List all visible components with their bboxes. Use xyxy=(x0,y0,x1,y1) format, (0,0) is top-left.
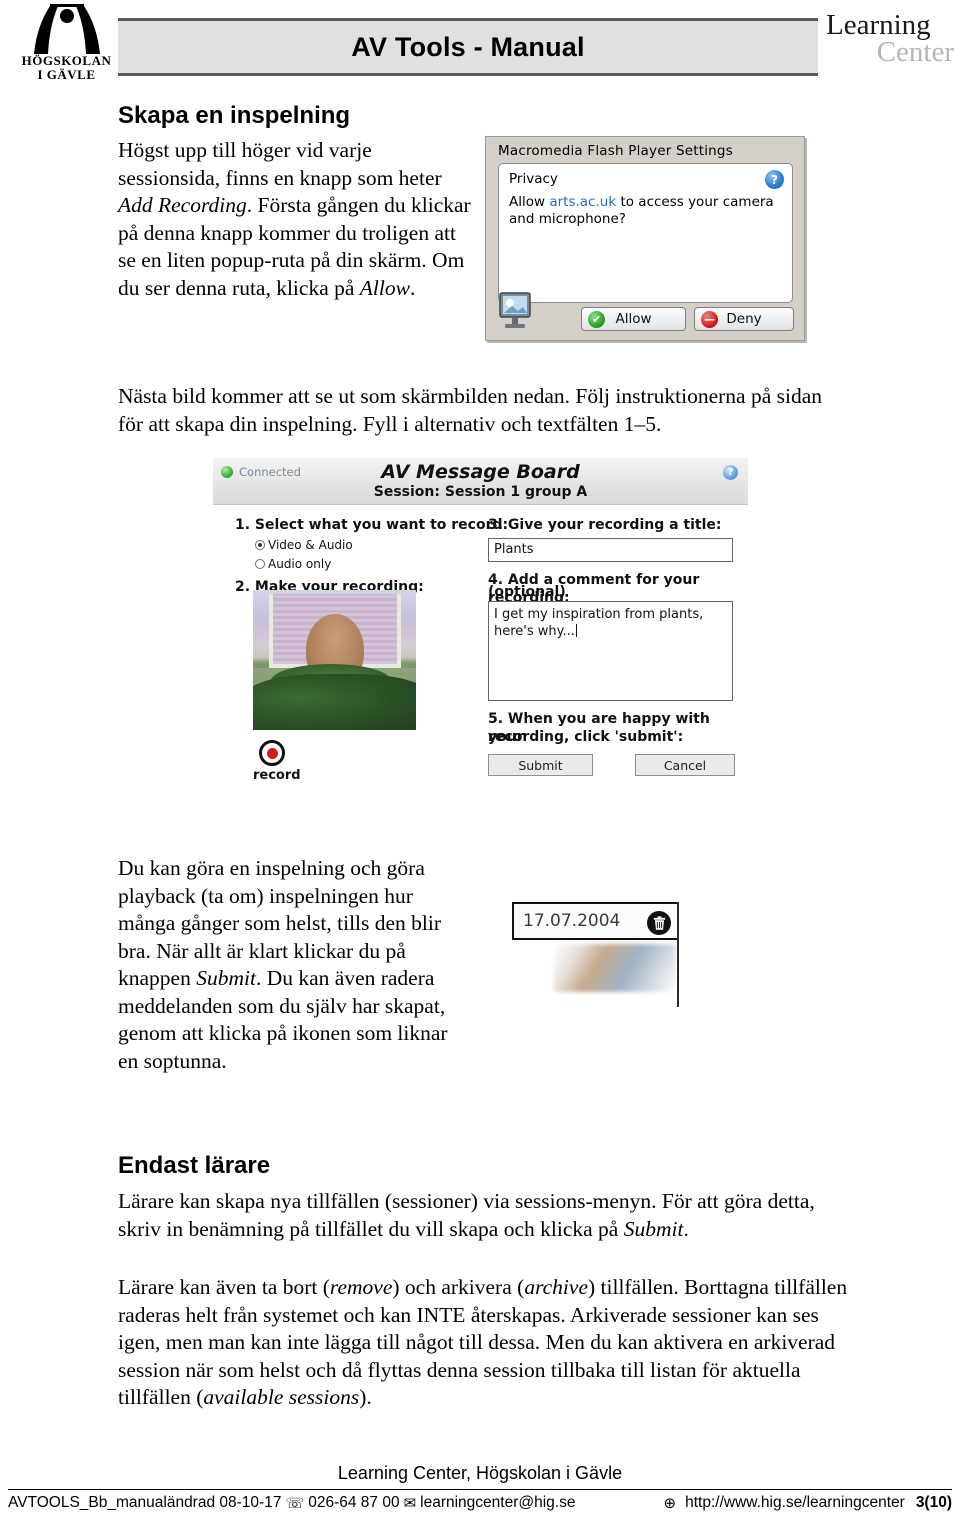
para1-italic-allow: Allow xyxy=(359,275,410,300)
monitor-camera-icon xyxy=(496,289,538,333)
radio-video-audio-label: Video & Audio xyxy=(268,538,353,552)
flash-player-settings-screenshot: Macromedia Flash Player Settings Privacy… xyxy=(485,136,805,341)
deny-block-icon: — xyxy=(701,311,718,328)
record-icon[interactable] xyxy=(259,740,285,766)
list-divider xyxy=(677,902,679,1007)
av-message-board-screenshot: Connected AV Message Board Session: Sess… xyxy=(213,458,748,788)
globe-icon: ⊕ xyxy=(663,1494,677,1512)
webcam-preview xyxy=(253,590,416,730)
page-header: HÖGSKOLAN I GÄVLE AV Tools - Manual Lear… xyxy=(0,0,960,95)
message-row: 17.07.2004 xyxy=(512,902,677,940)
para1-seg3: . xyxy=(409,275,416,300)
radio-audio-only-label: Audio only xyxy=(268,557,332,571)
webcam-plant-front xyxy=(253,674,416,730)
para4-seg2: . xyxy=(683,1216,689,1241)
para1-italic-add-recording: Add Recording xyxy=(118,193,247,217)
record-button[interactable]: record xyxy=(253,740,301,783)
board-help-icon[interactable]: ? xyxy=(723,465,738,480)
document-title-bar: AV Tools - Manual xyxy=(118,18,818,76)
footer-page-number: 3(10) xyxy=(915,1494,952,1511)
allow-button[interactable]: ✔ Allow xyxy=(581,307,686,331)
board-session-subtitle: Session: Session 1 group A xyxy=(373,484,588,500)
paragraph-nasta-bild: Nästa bild kommer att se ut som skärmbil… xyxy=(118,384,822,436)
step1-label: 1. Select what you want to record: xyxy=(235,517,509,533)
flash-privacy-label: Privacy xyxy=(509,171,558,187)
learning-center-logo: Learning Center xyxy=(826,9,956,76)
cancel-button[interactable]: Cancel xyxy=(635,754,735,776)
text-caret xyxy=(575,624,577,637)
para5-italic-remove: remove xyxy=(329,1275,393,1299)
radio-video-audio-icon[interactable] xyxy=(255,540,265,550)
para5-seg2: ) och arkivera ( xyxy=(392,1275,525,1299)
phone-icon: ☏ xyxy=(285,1494,305,1512)
university-name-line2: I GÄVLE xyxy=(37,66,96,82)
recording-title-input[interactable]: Plants xyxy=(488,538,733,562)
heading-skapa-en-inspelning: Skapa en inspelning xyxy=(118,102,351,129)
recording-comment-textarea[interactable]: I get my inspiration from plants, here's… xyxy=(488,601,733,701)
paragraph-skapa-en-inspelning: Högst upp till höger vid varje sessionsi… xyxy=(118,137,473,302)
help-icon[interactable]: ? xyxy=(765,170,784,189)
flash-permission-question: Allow arts.ac.uk to access your camera a… xyxy=(509,194,781,228)
university-logo: HÖGSKOLAN I GÄVLE xyxy=(14,4,119,86)
message-date-label: 17.07.2004 xyxy=(523,911,621,931)
trash-icon[interactable] xyxy=(647,911,671,935)
footer-phone: 026-64 87 00 xyxy=(308,1494,400,1511)
comment-text: I get my inspiration from plants, here's… xyxy=(494,607,704,639)
paragraph-larare-arkivera: Lärare kan även ta bort (remove) och ark… xyxy=(118,1274,853,1412)
paragraph-larare-skapa: Lärare kan skapa nya tillfällen (session… xyxy=(118,1188,848,1243)
para3-italic-submit: Submit xyxy=(196,966,256,990)
message-date-screenshot: 17.07.2004 xyxy=(512,902,702,1020)
footer-left-block: AVTOOLS_Bb_manualändrad 08-10-17 ☏ 026-6… xyxy=(8,1494,575,1512)
para4-italic-submit: Submit xyxy=(623,1216,684,1241)
deny-button[interactable]: — Deny xyxy=(694,307,794,331)
brand-line-center: Center xyxy=(876,35,954,68)
step5-label-line2: recording, click 'submit': xyxy=(488,729,684,745)
footer-url[interactable]: http://www.hig.se/learningcenter xyxy=(685,1494,905,1512)
allow-button-label: Allow xyxy=(615,311,652,327)
footer-center-title: Learning Center, Högskolan i Gävle xyxy=(337,1463,623,1483)
para5-italic-archive: archive xyxy=(524,1275,588,1299)
footer-divider xyxy=(8,1489,952,1490)
para5-seg4: ). xyxy=(359,1385,372,1409)
page-title: AV Tools - Manual xyxy=(351,31,585,62)
university-name-line1: HÖGSKOLAN xyxy=(21,53,112,68)
radio-video-audio[interactable]: Video & Audio xyxy=(255,538,353,552)
heading-endast-larare: Endast lärare xyxy=(118,1152,271,1179)
thumbnail-blur xyxy=(554,944,676,992)
flash-dialog-panel: Privacy Allow arts.ac.uk to access your … xyxy=(498,163,793,303)
para1-seg1: Högst upp till höger vid varje sessionsi… xyxy=(118,138,442,190)
footer-right-block: ⊕ http://www.hig.se/learningcenter 3(10) xyxy=(660,1494,952,1512)
radio-audio-only[interactable]: Audio only xyxy=(255,557,331,571)
radio-audio-only-icon[interactable] xyxy=(255,559,265,569)
flash-q-pre: Allow xyxy=(509,194,550,210)
paragraph-playback: Du kan göra en inspelning och göra playb… xyxy=(118,855,468,1075)
para5-italic-available-sessions: available sessions xyxy=(203,1385,360,1409)
footer-email[interactable]: learningcenter@hig.se xyxy=(420,1494,575,1512)
step4-label-line2: (optional) xyxy=(488,584,566,600)
para4-seg1: Lärare kan skapa nya tillfällen (session… xyxy=(118,1189,815,1241)
envelope-icon: ✉ xyxy=(403,1494,417,1512)
footer-doc-id: AVTOOLS_Bb_manualändrad 08-10-17 xyxy=(8,1494,282,1511)
flash-q-domain: arts.ac.uk xyxy=(549,194,617,210)
record-button-label: record xyxy=(253,768,301,783)
flash-dialog-title: Macromedia Flash Player Settings xyxy=(498,143,733,159)
hogskolan-mark-icon xyxy=(28,4,106,54)
submit-button[interactable]: Submit xyxy=(488,754,593,776)
para5-seg1: Lärare kan även ta bort ( xyxy=(118,1275,330,1299)
brand-line-learning: Learning xyxy=(826,9,931,41)
board-header: Connected AV Message Board Session: Sess… xyxy=(213,458,748,505)
deny-button-label: Deny xyxy=(726,311,762,327)
board-title: AV Message Board xyxy=(381,461,580,483)
step3-label: 3. Give your recording a title: xyxy=(488,517,722,533)
allow-check-icon: ✔ xyxy=(588,311,605,328)
